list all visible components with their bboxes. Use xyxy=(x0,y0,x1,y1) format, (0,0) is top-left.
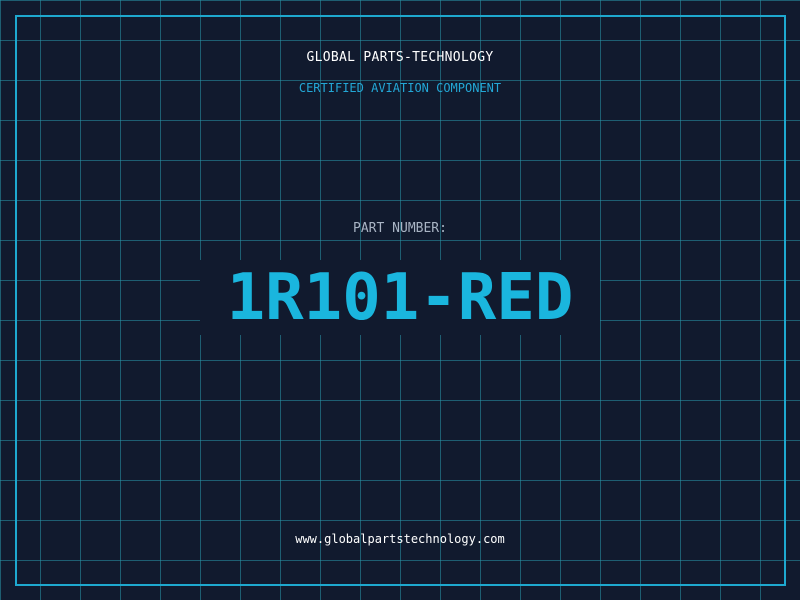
website-url: www.globalpartstechnology.com xyxy=(295,532,505,546)
part-number-panel: 1R101-RED xyxy=(200,260,600,335)
part-number-label: PART NUMBER: xyxy=(353,221,447,236)
company-name: GLOBAL PARTS-TECHNOLOGY xyxy=(306,50,494,65)
certification-subtitle: CERTIFIED AVIATION COMPONENT xyxy=(298,81,502,95)
part-number-value: 1R101-RED xyxy=(226,260,574,335)
